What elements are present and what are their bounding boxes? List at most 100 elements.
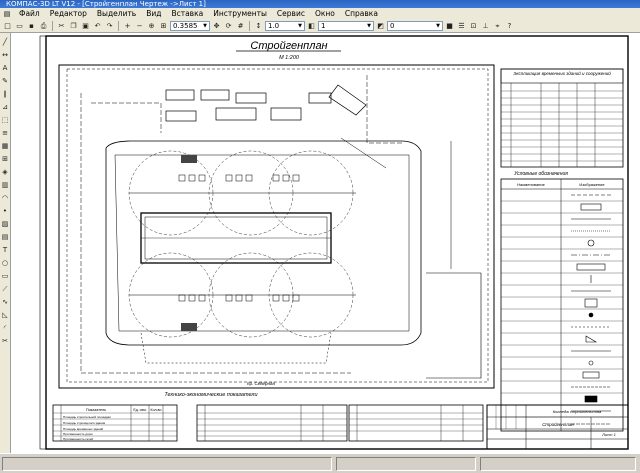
- macro-icon[interactable]: ◈: [1, 167, 10, 177]
- copy-icon[interactable]: ❐: [68, 21, 79, 32]
- zoom-out-icon[interactable]: −: [134, 21, 145, 32]
- main-toolbar: □ ▭ ▪ ⎙ ✂ ❐ ▣ ↶ ↷ + − ⊕ ⊞ 0.3585 ▼ ✥ ⟳ # …: [0, 20, 640, 33]
- drawing-sheet: Стройгенплан М 1:200 пр. Северная Экспли…: [11, 33, 640, 453]
- measure-icon[interactable]: ⊿: [1, 102, 10, 112]
- line-scale-icon[interactable]: ↕: [253, 21, 264, 32]
- notation-icon[interactable]: A: [1, 63, 10, 73]
- trim-icon[interactable]: ✂: [1, 336, 10, 346]
- tep-row: Протяженность сетей: [63, 437, 93, 441]
- refresh-icon[interactable]: ⟳: [223, 21, 234, 32]
- ortho-icon[interactable]: ⊥: [480, 21, 491, 32]
- line-scale-combobox[interactable]: 1.0 ▼: [265, 21, 305, 31]
- paste-icon[interactable]: ▣: [80, 21, 91, 32]
- table-icon[interactable]: ▤: [1, 232, 10, 242]
- insert-icon[interactable]: ⊞: [1, 154, 10, 164]
- style-value: 0: [390, 22, 395, 30]
- menu-edit[interactable]: Редактор: [45, 8, 92, 20]
- menu-view[interactable]: Вид: [141, 8, 166, 20]
- layer-value: 1: [321, 22, 326, 30]
- tep-row: Площадь временных зданий: [63, 427, 103, 431]
- point-icon[interactable]: •: [1, 206, 10, 216]
- save-icon[interactable]: ▪: [26, 21, 37, 32]
- menu-select[interactable]: Выделить: [92, 8, 141, 20]
- properties-icon[interactable]: ☰: [456, 21, 467, 32]
- legend-col-name: Наименование: [517, 182, 546, 187]
- text-icon[interactable]: T: [1, 245, 10, 255]
- fillet-icon[interactable]: ◜: [1, 323, 10, 333]
- undo-icon[interactable]: ↶: [92, 21, 103, 32]
- new-icon[interactable]: □: [2, 21, 13, 32]
- style-combobox[interactable]: 0 ▼: [387, 21, 443, 31]
- menu-window[interactable]: Окно: [310, 8, 340, 20]
- hatch-icon[interactable]: ▨: [1, 219, 10, 229]
- edit-icon[interactable]: ✎: [1, 76, 10, 86]
- local-cs-icon[interactable]: ⌖: [492, 21, 503, 32]
- tep-col-name: Показатель: [86, 408, 106, 412]
- doc-icon[interactable]: ▤: [2, 9, 12, 19]
- dimensions-icon[interactable]: ↔: [1, 50, 10, 60]
- drawing-canvas[interactable]: Стройгенплан М 1:200 пр. Северная Экспли…: [11, 33, 640, 453]
- grid-icon[interactable]: #: [235, 21, 246, 32]
- zoom-value: 0.3585: [173, 22, 198, 30]
- status-bar: [0, 453, 640, 473]
- pan-icon[interactable]: ✥: [211, 21, 222, 32]
- toolbar-separator: [52, 21, 53, 31]
- snap-icon[interactable]: ⊡: [468, 21, 479, 32]
- north-street-label: пр. Северная: [247, 381, 276, 386]
- select-icon[interactable]: ⬚: [1, 115, 10, 125]
- stamp-organization: Колледж строительства: [553, 409, 602, 414]
- cut-icon[interactable]: ✂: [56, 21, 67, 32]
- chamfer-icon[interactable]: ◺: [1, 310, 10, 320]
- tep-col-unit: Ед. изм.: [133, 408, 146, 412]
- stamp-document: Стройгенплан: [542, 421, 574, 427]
- redo-icon[interactable]: ↷: [104, 21, 115, 32]
- drawing-scale: М 1:200: [279, 55, 300, 61]
- tep-row: Протяженность дорог: [63, 432, 93, 436]
- drawing-title: Стройгенплан: [250, 40, 327, 52]
- menu-service[interactable]: Сервис: [272, 8, 310, 20]
- spec-icon[interactable]: ≡: [1, 128, 10, 138]
- color-icon[interactable]: ■: [444, 21, 455, 32]
- zoom-window-icon[interactable]: ⊕: [146, 21, 157, 32]
- stamp-sheet: Лист 1: [601, 432, 616, 437]
- parametrize-icon[interactable]: ∥: [1, 89, 10, 99]
- rect-icon[interactable]: ▭: [1, 271, 10, 281]
- spline-icon[interactable]: ∿: [1, 297, 10, 307]
- layer-combobox[interactable]: 1 ▼: [318, 21, 374, 31]
- chevron-down-icon: ▼: [367, 23, 371, 29]
- zoom-in-icon[interactable]: +: [122, 21, 133, 32]
- legend-title: Условные обозначения: [514, 171, 568, 177]
- chevron-down-icon: ▼: [298, 23, 302, 29]
- line-scale-value: 1.0: [268, 22, 280, 30]
- style-icon[interactable]: ◩: [375, 21, 386, 32]
- toolbar-separator: [118, 21, 119, 31]
- explication-title: Экспликация временных зданий и сооружени…: [513, 70, 611, 76]
- menu-file[interactable]: Файл: [14, 8, 45, 20]
- tep-col-qty: Кол-во: [151, 408, 162, 412]
- circle-icon[interactable]: ○: [1, 258, 10, 268]
- geometry-icon[interactable]: ╱: [1, 37, 10, 47]
- status-field-coords: [336, 457, 476, 471]
- compact-toolbar: ╱ ↔ A ✎ ∥ ⊿ ⬚ ≡ ▦ ⊞ ◈ ▥ ◠ • ▨ ▤ T ○ ▭ ⟋ …: [0, 33, 11, 453]
- polyline-icon[interactable]: ⟋: [1, 284, 10, 294]
- help-icon[interactable]: ?: [504, 21, 515, 32]
- menu-insert[interactable]: Вставка: [166, 8, 208, 20]
- library-icon[interactable]: ▥: [1, 180, 10, 190]
- reports-icon[interactable]: ▦: [1, 141, 10, 151]
- chevron-down-icon: ▼: [203, 23, 207, 29]
- layer-icon[interactable]: ◧: [306, 21, 317, 32]
- open-icon[interactable]: ▭: [14, 21, 25, 32]
- menu-tools[interactable]: Инструменты: [208, 8, 272, 20]
- legend-col-symbol: Изображение: [579, 182, 605, 187]
- app-window: КОМПАС-3D LT V12 - [Стройгенплан Чертеж …: [0, 0, 640, 473]
- status-field-hint: [2, 457, 332, 471]
- zoom-fit-icon[interactable]: ⊞: [158, 21, 169, 32]
- print-icon[interactable]: ⎙: [38, 21, 49, 32]
- zoom-combobox[interactable]: 0.3585 ▼: [170, 21, 210, 31]
- toolbar-separator: [249, 21, 250, 31]
- chevron-down-icon: ▼: [436, 23, 440, 29]
- menu-help[interactable]: Справка: [340, 8, 383, 20]
- window-titlebar[interactable]: КОМПАС-3D LT V12 - [Стройгенплан Чертеж …: [0, 0, 640, 8]
- window-title: КОМПАС-3D LT V12 - [Стройгенплан Чертеж …: [6, 0, 206, 8]
- arc-icon[interactable]: ◠: [1, 193, 10, 203]
